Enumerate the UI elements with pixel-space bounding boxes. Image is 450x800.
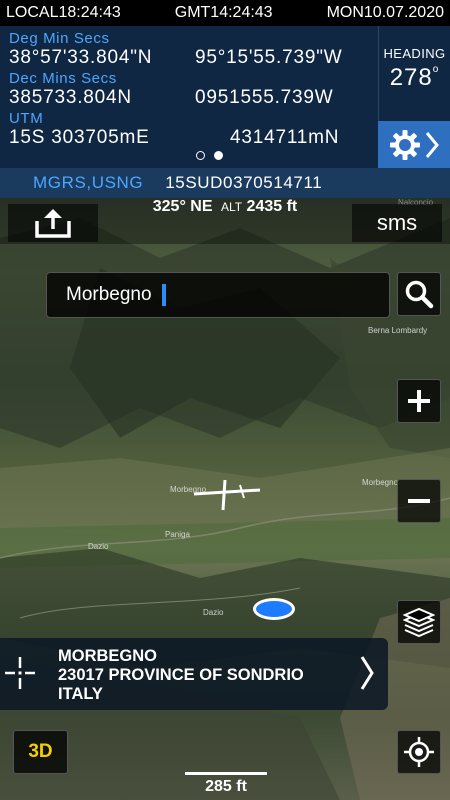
map-view[interactable]: Nalconcio Berna Lombardy Morbegno Morbeg… [0,198,450,800]
utm-easting: 15S 303705mE [9,127,150,148]
dm-label: Dec Mins Secs [9,70,117,87]
settings-button[interactable] [378,121,450,168]
place-region: 23017 PROVINCE OF SONDRIO [58,666,304,684]
minus-icon [408,499,430,503]
heading-label: HEADING [383,46,446,61]
scale-label: 285 ft [205,778,247,795]
gmt-time: GMT14:24:43 [174,4,273,21]
place-country: ITALY [58,685,103,703]
airplane-icon [193,479,261,511]
share-icon [35,209,71,238]
share-button[interactable] [8,204,98,242]
coordinates-panel[interactable]: Deg Min Secs 38°57'33.804"N 95°15'55.739… [0,26,378,168]
search-icon [405,280,434,309]
town-label: Paniga [165,530,190,539]
place-name: MORBEGNO [58,647,157,665]
zoom-in-button[interactable] [397,379,441,423]
page-indicator[interactable] [196,151,223,160]
chevron-right-icon [360,656,374,690]
mgrs-label: MGRS,USNG [33,173,144,192]
status-bar: LOCAL18:24:43 GMT14:24:43 MON10.07.2020 [0,0,450,26]
altitude-value: 2435 ft [246,198,298,215]
degree-icon: o [432,64,440,75]
dms-latitude: 38°57'33.804"N [9,47,153,68]
mgrs-row: MGRS,USNG 15SUD0370514711 [0,168,450,198]
town-label: Dazio [203,608,224,617]
locate-icon [404,737,434,767]
utm-northing: 4314711mN [230,127,340,148]
my-location-button[interactable] [397,730,441,774]
town-label: Morbegno [362,478,399,487]
heading-panel: HEADING 278o [378,26,450,121]
mgrs-value: 15SUD0370514711 [165,173,323,192]
page-dot-2[interactable] [214,151,223,160]
current-location-marker[interactable] [253,598,295,620]
heading-value: 278o [379,64,450,92]
place-info-card[interactable]: MORBEGNO 23017 PROVINCE OF SONDRIO ITALY [0,638,388,710]
page-dot-1[interactable] [196,151,205,160]
date: MON10.07.2020 [326,4,444,21]
sms-button[interactable]: sms [352,204,442,242]
dm-longitude: 0951555.739W [195,87,334,108]
map-layers-button[interactable] [397,600,441,644]
layers-icon [403,607,435,638]
search-button[interactable] [397,272,441,316]
town-label: Dazio [88,542,109,551]
dms-longitude: 95°15'55.739"W [195,47,343,68]
bearing-value: 325° NE [152,198,213,215]
altitude-label: ALT [220,200,243,214]
crosshair-icon [5,657,35,689]
heading-number: 278 [389,64,433,91]
gear-icon [390,129,420,160]
text-cursor [161,284,166,306]
dms-label: Deg Min Secs [9,30,110,47]
utm-label: UTM [9,110,44,127]
local-time: LOCAL18:24:43 [6,4,121,21]
zoom-out-button[interactable] [397,479,441,523]
chevron-right-icon [425,131,439,158]
plus-icon [408,390,430,412]
search-input[interactable]: Morbegno [46,272,390,318]
search-text: Morbegno [66,284,152,305]
scale-bar [185,772,267,775]
town-label: Berna Lombardy [368,326,428,335]
map-scale: 285 ft [185,772,267,796]
3d-toggle-button[interactable]: 3D [13,730,68,774]
dm-latitude: 385733.804N [9,87,132,108]
